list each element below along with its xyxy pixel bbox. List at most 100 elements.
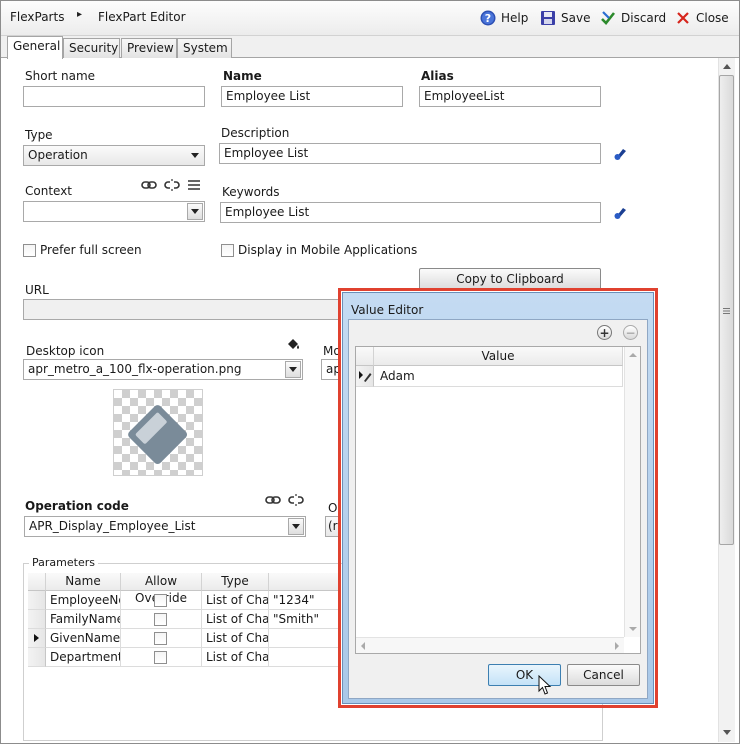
list-icon[interactable] [186,178,202,192]
scroll-up-icon[interactable] [723,64,731,69]
link-icon[interactable] [265,493,281,507]
operation-code-select[interactable]: APR_Display_Employee_List [24,516,306,537]
prefer-full-screen-checkbox[interactable] [23,244,36,257]
row-header[interactable] [28,610,46,629]
type-select[interactable]: Operation [23,145,205,166]
short-name-input[interactable] [23,86,205,107]
current-row-arrow-icon [34,634,39,642]
row-header-current[interactable] [28,629,46,648]
param-value[interactable] [269,629,339,648]
value-grid-hscroll[interactable] [356,637,624,653]
scrollbar-thumb[interactable] [719,75,734,545]
param-type[interactable]: List of Char [202,629,269,648]
unlink-icon[interactable] [164,178,180,192]
alias-input[interactable]: EmployeeList [419,86,601,107]
operation-icon [128,405,188,465]
add-value-button[interactable]: + [597,325,612,340]
param-name[interactable]: EmployeeNo [46,591,121,610]
cancel-button[interactable]: Cancel [567,664,640,686]
value-row-header[interactable] [356,366,374,387]
discard-button[interactable]: Discard [600,8,666,28]
allow-override-cell [121,610,202,629]
value-column-header[interactable]: Value [374,347,623,366]
tab-system[interactable]: System [177,38,232,58]
dialog-title: Value Editor [351,303,424,317]
allow-override-checkbox[interactable] [154,632,167,645]
short-name-label: Short name [25,69,96,83]
keywords-input[interactable]: Employee List [220,202,601,223]
value-grid-corner [356,347,374,366]
value-cell[interactable]: Adam [374,366,623,387]
description-input[interactable]: Employee List [219,143,601,164]
desktop-icon-select[interactable]: apr_metro_a_100_flx-operation.png [23,359,303,380]
param-type[interactable]: List of Char [202,610,269,629]
allow-override-checkbox[interactable] [154,594,167,607]
row-header[interactable] [28,591,46,610]
close-button-label: Close [696,11,729,25]
translate-pen-icon[interactable] [613,205,629,219]
translate-pen-icon[interactable] [613,146,629,160]
value-grid: Value Adam [355,346,641,654]
desktop-icon-label: Desktop icon [26,344,105,358]
scroll-left-icon[interactable] [361,642,365,650]
desktop-icon-preview [113,389,203,476]
type-label: Type [25,128,53,142]
close-button[interactable]: Close [675,8,729,28]
allow-override-cell [121,591,202,610]
chevron-down-icon[interactable] [187,203,203,220]
chevron-down-icon[interactable] [288,518,304,535]
param-value[interactable]: "1234" [269,591,339,610]
param-type[interactable]: List of Char [202,591,269,610]
name-input[interactable]: Employee List [221,86,403,107]
desktop-icon-select-value: apr_metro_a_100_flx-operation.png [28,362,242,376]
operation-code-label: Operation code [25,499,129,513]
save-button-label: Save [561,11,591,25]
param-name[interactable]: GivenName [46,629,121,648]
url-label: URL [25,283,49,297]
edit-row-pencil-icon [359,371,372,382]
tab-security[interactable]: Security [63,38,120,58]
allow-override-checkbox[interactable] [154,613,167,626]
param-name[interactable]: FamilyName [46,610,121,629]
scroll-right-icon[interactable] [615,642,619,650]
breadcrumb-separator: ▸ [77,9,83,20]
unlink-icon[interactable] [288,493,304,507]
value-grid-vscroll[interactable] [624,347,640,637]
context-label: Context [25,184,73,198]
discard-icon [600,10,616,26]
column-header-name[interactable]: Name [46,573,121,591]
help-button-label: Help [501,11,529,25]
paint-bucket-icon[interactable] [285,337,301,351]
grid-corner [28,573,46,591]
param-name[interactable]: Department [46,648,121,667]
scroll-down-icon[interactable] [723,730,731,735]
chevron-down-icon[interactable] [285,361,301,378]
row-header[interactable] [28,648,46,667]
display-mobile-checkbox[interactable] [221,244,234,257]
url-input[interactable] [23,299,341,320]
save-button[interactable]: Save [540,8,590,28]
param-value[interactable]: "Smith" [269,610,339,629]
column-header-allow-override[interactable]: Allow Override [121,573,202,605]
prefer-full-screen-label: Prefer full screen [40,243,142,257]
context-select[interactable] [23,201,205,222]
param-type[interactable]: List of Char [202,648,269,667]
type-select-value: Operation [28,148,88,162]
tab-general[interactable]: General [7,36,63,59]
breadcrumb-root[interactable]: FlexParts [10,10,64,24]
remove-value-button[interactable]: − [623,325,638,340]
help-button[interactable]: ? Help [480,8,528,28]
chevron-down-icon[interactable] [187,147,203,164]
mouse-cursor-icon [538,675,552,695]
link-icon[interactable] [141,178,157,192]
save-icon [540,10,556,26]
scroll-up-icon[interactable] [629,353,637,357]
copy-to-clipboard-button[interactable]: Copy to Clipboard [419,268,601,290]
column-header-value[interactable] [269,573,339,591]
param-value[interactable] [269,648,339,667]
allow-override-checkbox[interactable] [154,651,167,664]
column-header-type[interactable]: Type [202,573,269,591]
scroll-down-icon[interactable] [629,627,637,631]
description-label: Description [221,126,290,140]
tab-preview[interactable]: Preview [121,38,177,58]
